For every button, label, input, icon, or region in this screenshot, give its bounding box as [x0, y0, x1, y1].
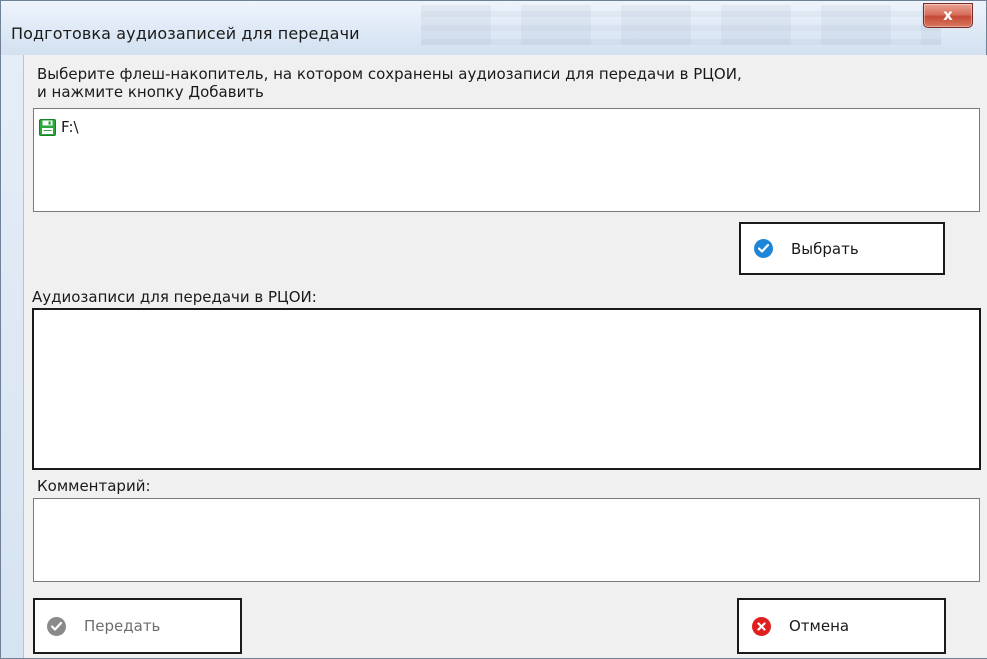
- instruction-line-2: и нажмите кнопку Добавить: [37, 83, 264, 101]
- background-window-ghost: [421, 5, 941, 45]
- checkmark-icon: [754, 239, 773, 258]
- window-title: Подготовка аудиозаписей для передачи: [11, 24, 360, 43]
- cancel-button[interactable]: Отмена: [737, 598, 946, 654]
- select-button[interactable]: Выбрать: [739, 222, 945, 275]
- title-bar[interactable]: Подготовка аудиозаписей для передачи x: [1, 1, 986, 55]
- close-icon: [752, 616, 771, 636]
- records-list[interactable]: [32, 308, 981, 470]
- comment-field[interactable]: [33, 498, 980, 582]
- cancel-button-label: Отмена: [789, 617, 850, 635]
- instruction-line-1: Выберите флеш-накопитель, на котором сох…: [37, 65, 742, 83]
- instruction-text: Выберите флеш-накопитель, на котором сох…: [37, 65, 742, 101]
- records-label: Аудиозаписи для передачи в РЦОИ:: [32, 288, 317, 306]
- drive-list[interactable]: F:\: [33, 108, 980, 212]
- dialog-window: Подготовка аудиозаписей для передачи x В…: [0, 0, 987, 659]
- close-button[interactable]: x: [923, 3, 973, 28]
- send-button[interactable]: Передать: [33, 598, 242, 654]
- close-icon: x: [943, 6, 953, 24]
- drive-list-item[interactable]: F:\: [39, 118, 79, 136]
- checkmark-icon: [47, 616, 66, 636]
- comment-label: Комментарий:: [37, 477, 151, 495]
- floppy-disk-icon: [39, 118, 56, 136]
- drive-label: F:\: [61, 118, 79, 136]
- dialog-body: Выберите флеш-накопитель, на котором сох…: [23, 55, 987, 658]
- send-button-label: Передать: [84, 617, 161, 635]
- select-button-label: Выбрать: [791, 239, 859, 258]
